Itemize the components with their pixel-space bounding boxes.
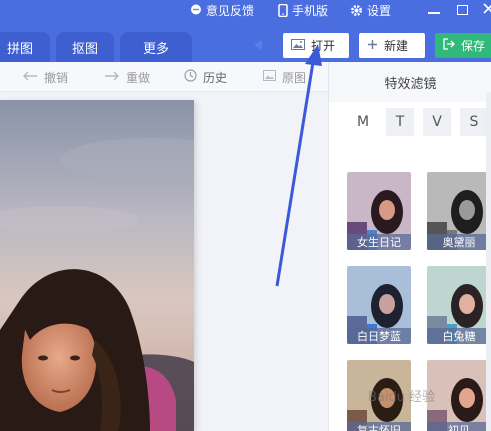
filter-label: 复古怀旧 [347,422,411,431]
panel-title: 特效滤镜 [329,62,491,102]
gear-icon [350,4,363,17]
save-button[interactable]: 保存 [435,33,491,58]
filter-thumb-3[interactable]: 白日梦蓝 [347,266,411,344]
filter-thumb-4[interactable]: 白兔糖 [427,266,491,344]
minimize-button[interactable] [422,0,446,20]
clock-icon [184,69,197,85]
panel-scrollbar[interactable] [486,92,491,431]
filter-panel: 特效滤镜 M T V S 女生日记 奥黛丽 白日梦蓝 白兔糖 复古怀旧 初见 [328,62,491,431]
save-label: 保存 [461,39,486,53]
settings-link[interactable]: 设置 [350,0,391,20]
filter-label: 奥黛丽 [427,234,491,250]
collapse-arrow-icon[interactable] [254,40,262,50]
phone-icon [278,3,288,17]
filter-thumb-6[interactable]: 初见 [427,360,491,431]
category-tab-v[interactable]: V [423,108,451,136]
arrow-right-icon [104,70,120,84]
edit-toolbar: 撤销 重做 历史 原图 [0,62,328,92]
category-tab-s[interactable]: S [460,108,488,136]
original-label: 原图 [282,70,307,85]
category-tab-t[interactable]: T [386,108,414,136]
open-label: 打开 [311,39,336,53]
redo-label: 重做 [126,70,151,85]
redo-button[interactable]: 重做 [104,62,150,92]
minimize-icon [428,12,440,14]
undo-button[interactable]: 撤销 [22,62,68,92]
nav-bar: 拼图 抠图 更多 打开 新建 保存 [0,20,491,62]
close-icon [482,3,491,17]
undo-label: 撤销 [44,70,69,85]
export-icon [443,38,455,53]
filter-label: 白日梦蓝 [347,328,411,344]
category-tab-m[interactable]: M [349,108,377,136]
tab-more[interactable]: 更多 [120,32,192,62]
new-label: 新建 [384,39,409,53]
history-button[interactable]: 历史 [184,62,227,92]
filter-label: 女生日记 [347,234,411,250]
title-bar: 意见反馈 手机版 设置 [0,0,491,20]
edited-photo[interactable] [0,100,194,431]
history-label: 历史 [203,70,228,85]
mobile-label: 手机版 [292,3,329,18]
mobile-version-link[interactable]: 手机版 [278,0,328,20]
filter-thumb-1[interactable]: 女生日记 [347,172,411,250]
filter-label: 白兔糖 [427,328,491,344]
watermark: Baidu 经验 [368,390,436,405]
image-icon [291,38,305,53]
plus-icon [367,39,378,53]
picture-icon [263,70,276,84]
feedback-link[interactable]: 意见反馈 [190,0,254,20]
settings-label: 设置 [367,3,392,18]
original-image-button[interactable]: 原图 [263,62,306,92]
maximize-icon [456,5,468,15]
filter-thumb-2[interactable]: 奥黛丽 [427,172,491,250]
chat-bubble-icon [190,4,202,16]
tab-cutout[interactable]: 抠图 [56,32,114,62]
close-button[interactable] [476,0,491,20]
arrow-left-icon [22,70,38,84]
open-button[interactable]: 打开 [283,33,349,58]
feedback-label: 意见反馈 [206,3,255,18]
canvas-area[interactable] [0,92,328,431]
tab-collage[interactable]: 拼图 [0,32,50,62]
filter-label: 初见 [427,422,491,431]
maximize-button[interactable] [450,0,474,20]
new-button[interactable]: 新建 [359,33,425,58]
